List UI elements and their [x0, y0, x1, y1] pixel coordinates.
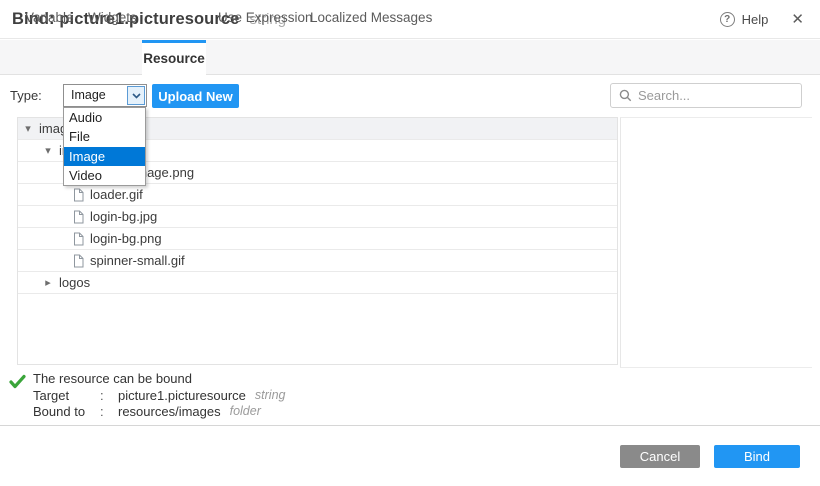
status-boundto-row: Bound to : resources/images folder: [33, 404, 261, 419]
tab-resource[interactable]: Resource: [142, 40, 206, 77]
dropdown-option-video[interactable]: Video: [64, 166, 145, 185]
type-select-value: Image: [71, 85, 106, 106]
status-boundto-label: Bound to: [33, 404, 100, 419]
help-icon[interactable]: ?: [720, 12, 735, 27]
help-button[interactable]: Help: [742, 12, 769, 27]
search-icon: [619, 89, 632, 102]
file-icon: [73, 254, 84, 268]
status-colon: :: [100, 388, 118, 403]
dropdown-option-file[interactable]: File: [64, 127, 145, 146]
tree-item-spinner-small-gif[interactable]: spinner-small.gif: [18, 250, 617, 272]
status-target-type: string: [255, 388, 286, 403]
type-label: Type:: [10, 84, 42, 107]
file-icon: [73, 188, 84, 202]
search-placeholder: Search...: [638, 88, 690, 103]
tree-item-label: spinner-small.gif: [90, 253, 185, 268]
search-input[interactable]: Search...: [610, 83, 802, 108]
chevron-down-icon[interactable]: [127, 86, 145, 105]
tree-item-label: login-bg.png: [90, 231, 162, 246]
tree-item-login-bg-png[interactable]: login-bg.png: [18, 228, 617, 250]
cancel-button[interactable]: Cancel: [620, 445, 700, 468]
footer-divider: [0, 425, 820, 426]
tab-widgets[interactable]: Widgets: [88, 0, 137, 35]
type-dropdown-list: Audio File Image Video: [63, 107, 146, 186]
dropdown-option-audio[interactable]: Audio: [64, 108, 145, 127]
status-boundto-type: folder: [230, 404, 261, 419]
status-boundto-value: resources/images: [118, 404, 221, 419]
bind-button[interactable]: Bind: [714, 445, 800, 468]
status-target-value: picture1.picturesource: [118, 388, 246, 403]
status-target-row: Target : picture1.picturesource string: [33, 388, 285, 403]
tree-item-label: loader.gif: [90, 187, 143, 202]
type-select[interactable]: Image: [63, 84, 147, 107]
caret-down-icon[interactable]: ▾: [22, 122, 34, 135]
tab-variable[interactable]: Variable: [25, 0, 74, 35]
file-icon: [73, 210, 84, 224]
upload-new-button[interactable]: Upload New: [152, 84, 239, 108]
tab-bar: [0, 40, 820, 75]
tab-localized-messages[interactable]: Localized Messages: [310, 0, 432, 35]
caret-down-icon[interactable]: ▾: [42, 144, 54, 157]
caret-right-icon[interactable]: ▸: [42, 276, 54, 289]
tree-item-label: logos: [59, 275, 90, 290]
dropdown-option-image[interactable]: Image: [64, 147, 145, 166]
file-icon: [73, 232, 84, 246]
tab-use-expression[interactable]: Use Expression: [218, 0, 313, 35]
tree-item-loader-gif[interactable]: loader.gif: [18, 184, 617, 206]
resource-preview-panel: [620, 117, 812, 368]
tree-item-label: login-bg.jpg: [90, 209, 157, 224]
status-message: The resource can be bound: [33, 371, 192, 386]
green-check-icon: [9, 374, 26, 389]
close-icon[interactable]: ✕: [791, 12, 804, 27]
tree-item-logos[interactable]: ▸ logos: [18, 272, 617, 294]
tree-item-login-bg-jpg[interactable]: login-bg.jpg: [18, 206, 617, 228]
status-colon: :: [100, 404, 118, 419]
status-target-label: Target: [33, 388, 100, 403]
